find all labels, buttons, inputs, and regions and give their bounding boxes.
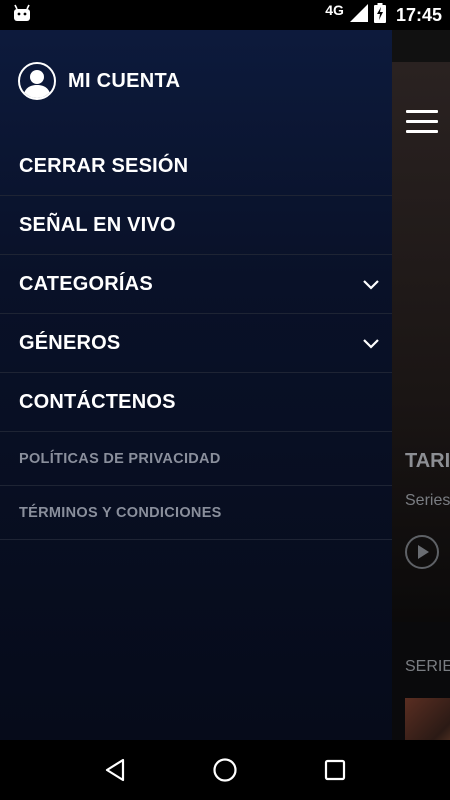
menu-item-label: CATEGORÍAS — [19, 272, 153, 295]
battery-charging-icon — [373, 2, 386, 28]
background-subtitle: Series — [405, 492, 450, 509]
menu-item-label: CERRAR SESIÓN — [19, 154, 189, 177]
network-type: 4G — [325, 2, 344, 18]
back-icon[interactable] — [95, 750, 135, 790]
status-time: 17:45 — [395, 4, 442, 25]
system-nav-bar — [0, 740, 450, 800]
status-bar: 4G 17:45 — [0, 0, 450, 30]
menu-item-senal-en-vivo[interactable]: SEÑAL EN VIVO — [0, 196, 392, 255]
menu-item-label: POLÍTICAS DE PRIVACIDAD — [19, 450, 221, 467]
android-icon — [12, 4, 32, 27]
signal-icon — [349, 3, 368, 27]
background-title: TARI — [405, 450, 450, 472]
menu-icon[interactable] — [406, 110, 438, 134]
background-section-title: SERIE — [405, 658, 450, 675]
navigation-drawer: MI CUENTA CERRAR SESIÓN SEÑAL EN VIVO CA… — [0, 30, 392, 740]
menu-item-generos[interactable]: GÉNEROS — [0, 314, 392, 373]
account-label: MI CUENTA — [68, 69, 181, 92]
user-avatar-icon — [18, 62, 56, 100]
home-icon[interactable] — [205, 750, 245, 790]
account-row[interactable]: MI CUENTA — [18, 62, 180, 100]
menu-item-label: CONTÁCTENOS — [19, 390, 176, 413]
background-header — [392, 30, 450, 62]
menu-item-label: TÉRMINOS Y CONDICIONES — [19, 504, 222, 521]
menu-item-label: SEÑAL EN VIVO — [19, 213, 176, 236]
chevron-down-icon[interactable] — [362, 337, 380, 349]
recents-icon[interactable] — [315, 750, 355, 790]
menu-item-cerrar-sesion[interactable]: CERRAR SESIÓN — [0, 137, 392, 196]
menu-item-categorias[interactable]: CATEGORÍAS — [0, 255, 392, 314]
menu-item-contactenos[interactable]: CONTÁCTENOS — [0, 373, 392, 432]
chevron-down-icon[interactable] — [362, 278, 380, 290]
drawer-menu: CERRAR SESIÓN SEÑAL EN VIVO CATEGORÍAS G… — [0, 137, 392, 540]
play-icon[interactable] — [405, 535, 439, 569]
menu-item-label: GÉNEROS — [19, 331, 121, 354]
menu-item-politicas-privacidad[interactable]: POLÍTICAS DE PRIVACIDAD — [0, 432, 392, 486]
menu-item-terminos-condiciones[interactable]: TÉRMINOS Y CONDICIONES — [0, 486, 392, 540]
